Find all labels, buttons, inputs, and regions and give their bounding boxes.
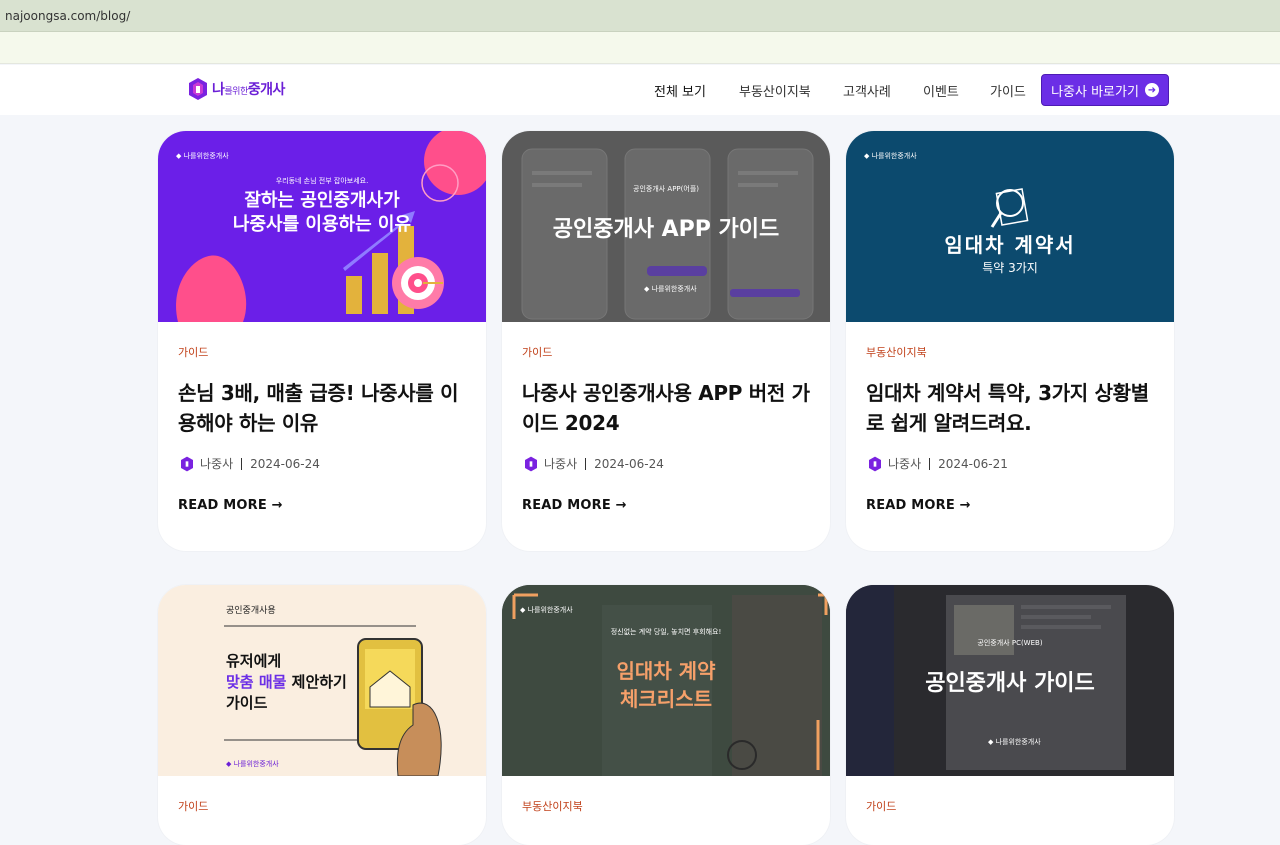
nav-item-cases[interactable]: 고객사례: [843, 81, 891, 100]
thumbnail-subtitle: 특약 3가지: [982, 261, 1038, 275]
post-card[interactable]: ◆ 나를위한중개사 우리동네 손님 전부 잡아보세요. 잘하는 공인중개사가 나…: [158, 131, 486, 551]
meta-divider: [929, 457, 931, 470]
browser-bookmarks-bar: [0, 32, 1280, 64]
post-meta: 나중사 2024-06-24: [524, 455, 664, 472]
thumbnail-title: 유저에게 맞춤 매물 제안하기 가이드: [226, 652, 347, 712]
thumbnail-brand-mark: ◆ 나를위한중개사: [176, 152, 229, 160]
thumbnail-subtitle: 공인중개사 APP(어플): [633, 185, 699, 193]
browser-address-bar[interactable]: najoongsa.com/blog/: [0, 0, 1280, 32]
post-thumbnail[interactable]: ◆ 나를위한중개사 우리동네 손님 전부 잡아보세요. 잘하는 공인중개사가 나…: [158, 131, 486, 322]
arrow-right-circle-icon: ➜: [1144, 83, 1159, 97]
meta-divider: [585, 457, 587, 470]
nav-item-easybook[interactable]: 부동산이지북: [739, 81, 811, 100]
post-title[interactable]: 임대차 계약서 특약, 3가지 상황별로 쉽게 알려드려요.: [866, 378, 1156, 438]
site-header: 나를위한중개사 전체 보기 부동산이지북 고객사례 이벤트 가이드 나중사 바로…: [0, 65, 1280, 115]
post-date: 2024-06-24: [250, 456, 320, 471]
nav-item-all[interactable]: 전체 보기: [654, 81, 706, 100]
post-card[interactable]: ◆ 나를위한중개사 임대차 계약서 특약 3가지 부동산이지북 임대차 계약서 …: [846, 131, 1174, 551]
thumbnail-subtitle: 우리동네 손님 전부 잡아보세요.: [275, 177, 369, 185]
post-thumbnail[interactable]: 공인중개사 APP(어플) 공인중개사 APP 가이드 ◆ 나를위한중개사: [502, 131, 830, 322]
post-card[interactable]: 공인중개사용 유저에게 맞춤 매물 제안하기 가이드 ◆ 나를위한중개사 가이드: [158, 585, 486, 845]
author-avatar-icon: [181, 456, 193, 471]
url-text[interactable]: najoongsa.com/blog/: [5, 9, 130, 23]
post-title[interactable]: 나중사 공인중개사용 APP 버전 가이드 2024: [522, 378, 812, 438]
go-najoongsa-button[interactable]: 나중사 바로가기 ➜: [1041, 74, 1169, 106]
read-more-link[interactable]: READ MORE →: [522, 498, 627, 513]
post-meta: 나중사 2024-06-24: [180, 455, 320, 472]
post-author: 나중사: [544, 457, 578, 471]
site-logo[interactable]: 나를위한중개사: [188, 77, 285, 101]
post-title[interactable]: 손님 3배, 매출 급증! 나중사를 이용해야 하는 이유: [178, 378, 468, 438]
nav-item-guide[interactable]: 가이드: [990, 81, 1026, 100]
thumbnail-brand-mark: ◆ 나를위한중개사: [644, 285, 697, 293]
thumbnail-title: 공인중개사 APP 가이드: [552, 217, 780, 242]
post-thumbnail[interactable]: ◆ 나를위한중개사 임대차 계약서 특약 3가지: [846, 131, 1174, 322]
post-author: 나중사: [888, 457, 922, 471]
read-more-link[interactable]: READ MORE →: [178, 498, 283, 513]
post-category[interactable]: 가이드: [178, 798, 208, 814]
logo-text: 나를위한중개사: [212, 82, 285, 98]
thumbnail-brand-mark: ◆ 나를위한중개사: [226, 760, 279, 768]
post-category[interactable]: 가이드: [866, 798, 896, 814]
read-more-link[interactable]: READ MORE →: [866, 498, 971, 513]
author-avatar-icon: [869, 456, 881, 471]
post-thumbnail[interactable]: 공인중개사 PC(WEB) 공인중개사 가이드 ◆ 나를위한중개사: [846, 585, 1174, 776]
thumbnail-subtitle: 정신없는 계약 당일, 놓치면 후회해요!: [610, 628, 722, 636]
post-category[interactable]: 가이드: [522, 344, 552, 360]
meta-divider: [241, 457, 243, 470]
cta-label: 나중사 바로가기: [1051, 84, 1139, 100]
post-thumbnail[interactable]: 공인중개사용 유저에게 맞춤 매물 제안하기 가이드 ◆ 나를위한중개사: [158, 585, 486, 776]
thumbnail-subtitle: 공인중개사용: [226, 606, 276, 616]
thumbnail-brand-mark: ◆ 나를위한중개사: [988, 738, 1041, 746]
post-card[interactable]: ◆ 나를위한중개사 정신없는 계약 당일, 놓치면 후회해요! 임대차 계약 체…: [502, 585, 830, 845]
author-avatar-icon: [525, 456, 537, 471]
post-date: 2024-06-21: [938, 456, 1008, 471]
thumbnail-title: 잘하는 공인중개사가 나중사를 이용하는 이유: [232, 190, 412, 235]
thumbnail-title: 임대차 계약 체크리스트: [616, 659, 716, 711]
post-author: 나중사: [200, 457, 234, 471]
post-category[interactable]: 부동산이지북: [522, 798, 583, 814]
thumbnail-title: 공인중개사 가이드: [925, 671, 1095, 696]
post-card[interactable]: 공인중개사 PC(WEB) 공인중개사 가이드 ◆ 나를위한중개사 가이드: [846, 585, 1174, 845]
nav-item-events[interactable]: 이벤트: [923, 81, 959, 100]
thumbnail-subtitle: 공인중개사 PC(WEB): [977, 639, 1043, 647]
thumbnail-brand-mark: ◆ 나를위한중개사: [864, 152, 917, 160]
post-date: 2024-06-24: [594, 456, 664, 471]
post-category[interactable]: 부동산이지북: [866, 344, 927, 360]
post-thumbnail[interactable]: ◆ 나를위한중개사 정신없는 계약 당일, 놓치면 후회해요! 임대차 계약 체…: [502, 585, 830, 776]
post-meta: 나중사 2024-06-21: [868, 455, 1008, 472]
logo-icon: [189, 78, 207, 100]
post-card[interactable]: 공인중개사 APP(어플) 공인중개사 APP 가이드 ◆ 나를위한중개사 가이…: [502, 131, 830, 551]
thumbnail-title: 임대차 계약서: [944, 233, 1076, 257]
thumbnail-brand-mark: ◆ 나를위한중개사: [520, 606, 573, 614]
post-category[interactable]: 가이드: [178, 344, 208, 360]
